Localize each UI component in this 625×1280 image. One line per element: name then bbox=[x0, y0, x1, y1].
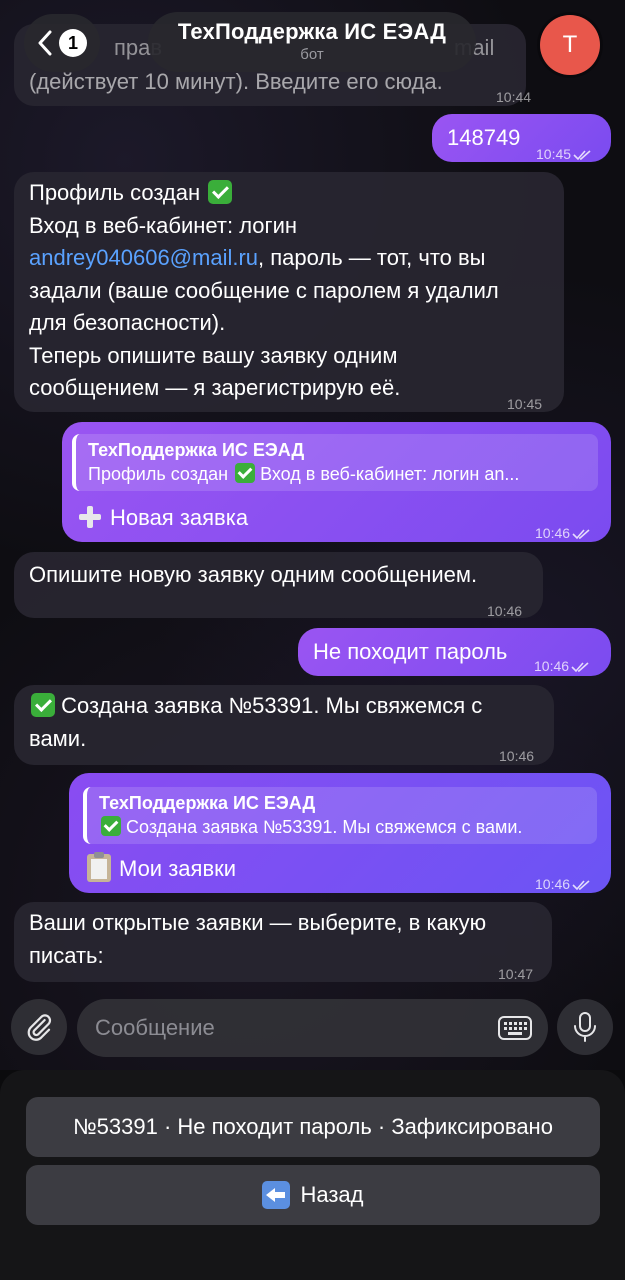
message-time: 10:46 bbox=[534, 650, 591, 683]
clipboard-emoji bbox=[87, 852, 111, 882]
avatar[interactable]: Т bbox=[540, 15, 600, 75]
message-incoming[interactable]: Опишите новую заявку одним сообщением. 1… bbox=[14, 552, 543, 619]
ticket-button[interactable]: №53391 · Не походит пароль · Зафиксирова… bbox=[26, 1097, 600, 1157]
page-title: ТехПоддержка ИС ЕЭАД bbox=[177, 19, 447, 44]
double-check-icon bbox=[572, 880, 590, 891]
microphone-icon bbox=[574, 1012, 596, 1042]
attach-button[interactable] bbox=[11, 999, 67, 1055]
plus-emoji bbox=[78, 505, 102, 529]
keyboard-icon[interactable] bbox=[497, 1013, 533, 1043]
message-time: 10:46 bbox=[499, 748, 535, 764]
back-keyboard-button[interactable]: Назад bbox=[26, 1165, 600, 1225]
quote-body: Создана заявка №53391. Мы свяжемся с вам… bbox=[99, 815, 587, 840]
message-time: 10:45 bbox=[507, 396, 543, 412]
message-time: 10:46 bbox=[535, 868, 592, 901]
message-time: 10:44 bbox=[496, 89, 532, 105]
message-body: Создана заявка №53391. Мы свяжемся с вам… bbox=[29, 693, 483, 751]
email-link[interactable]: andrey040606@mail.ru bbox=[29, 245, 258, 270]
chat-background: прав mail (действует 10 минут). Введите … bbox=[0, 0, 625, 1070]
reply-quote[interactable]: ТехПоддержка ИС ЕЭАД Профиль создан Вход… bbox=[72, 434, 598, 491]
message-time: 10:47 bbox=[498, 966, 534, 982]
message-time: 10:45 bbox=[536, 138, 593, 171]
message-incoming[interactable]: Ваши открытые заявки — выберите, в какую… bbox=[14, 902, 552, 982]
reply-quote[interactable]: ТехПоддержка ИС ЕЭАД Создана заявка №533… bbox=[83, 787, 597, 844]
quote-body: Профиль создан Вход в веб-кабинет: логин… bbox=[88, 463, 520, 484]
paperclip-icon bbox=[27, 1014, 52, 1041]
chat-title[interactable]: ТехПоддержка ИС ЕЭАД бот bbox=[148, 12, 476, 72]
message-body: Ваши открытые заявки — выберите, в какую… bbox=[29, 910, 487, 968]
check-mark-emoji bbox=[208, 180, 233, 204]
message-outgoing[interactable]: ТехПоддержка ИС ЕЭАД Создана заявка №533… bbox=[69, 773, 611, 893]
message-outgoing[interactable]: Не походит пароль 10:46 bbox=[298, 628, 611, 676]
message-input[interactable] bbox=[95, 1013, 475, 1043]
back-keyboard-label: Назад bbox=[300, 1182, 364, 1207]
message-incoming[interactable]: Профиль создан Вход в веб-кабинет: логин… bbox=[14, 172, 564, 412]
message-field[interactable] bbox=[77, 999, 548, 1057]
bot-keyboard: №53391 · Не походит пароль · Зафиксирова… bbox=[0, 1070, 625, 1280]
message-text: Мои заявки bbox=[87, 852, 236, 886]
message-body: Профиль создан Вход в веб-кабинет: логин… bbox=[29, 180, 499, 400]
message-time: 10:46 bbox=[535, 517, 592, 550]
composer bbox=[0, 995, 625, 1067]
check-mark-emoji bbox=[101, 816, 121, 836]
double-check-icon bbox=[572, 529, 590, 540]
message-incoming[interactable]: Создана заявка №53391. Мы свяжемся с вам… bbox=[14, 685, 554, 765]
message-text: 148749 bbox=[447, 125, 521, 150]
message-outgoing[interactable]: ТехПоддержка ИС ЕЭАД Профиль создан Вход… bbox=[62, 422, 611, 542]
double-check-icon bbox=[573, 150, 591, 161]
quote-title: ТехПоддержка ИС ЕЭАД bbox=[88, 440, 305, 460]
message-text: Не походит пароль bbox=[313, 639, 508, 664]
double-check-icon bbox=[571, 662, 589, 673]
page-subtitle: бот bbox=[300, 46, 324, 63]
message-time: 10:46 bbox=[487, 603, 523, 619]
check-mark-emoji bbox=[31, 693, 55, 717]
chevron-left-icon bbox=[38, 30, 52, 56]
microphone-button[interactable] bbox=[557, 999, 613, 1055]
unread-badge: 1 bbox=[59, 29, 87, 57]
message-text: Новая заявка bbox=[78, 502, 248, 535]
left-arrow-emoji bbox=[262, 1181, 291, 1209]
check-mark-emoji bbox=[235, 463, 256, 483]
message-text: Опишите новую заявку одним сообщением. bbox=[29, 562, 478, 587]
quote-title: ТехПоддержка ИС ЕЭАД bbox=[99, 793, 316, 813]
back-button[interactable]: 1 bbox=[24, 14, 100, 72]
message-outgoing[interactable]: 148749 10:45 bbox=[432, 114, 611, 162]
